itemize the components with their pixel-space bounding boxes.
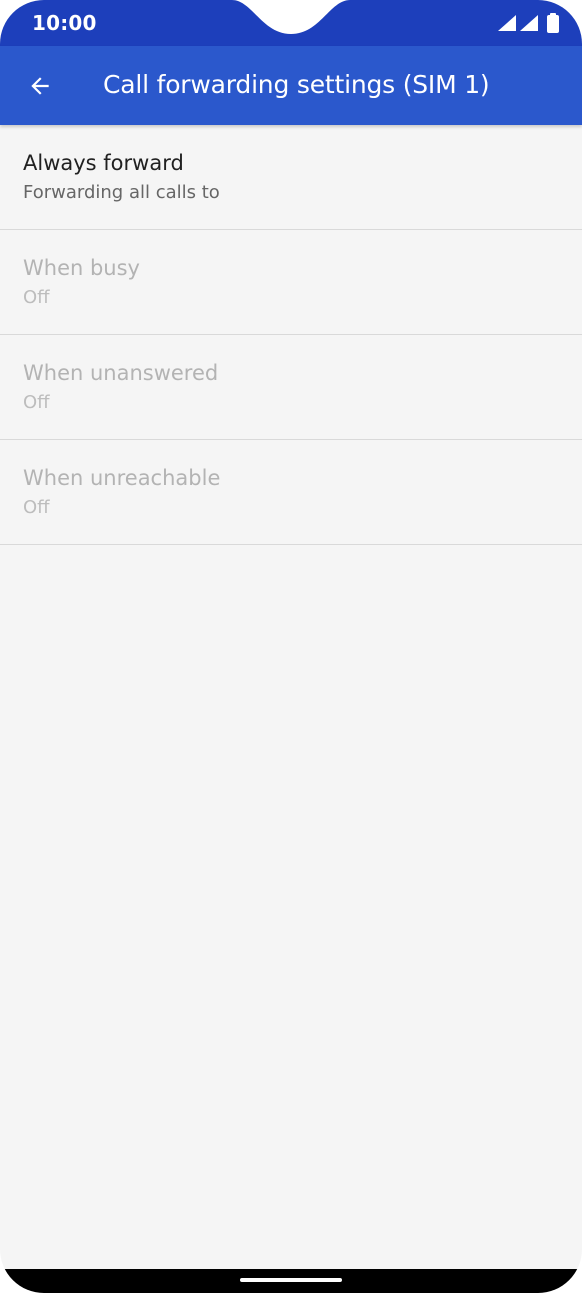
option-summary: Off bbox=[23, 287, 50, 308]
signal-icon bbox=[498, 15, 516, 31]
home-indicator[interactable] bbox=[240, 1278, 342, 1282]
battery-icon bbox=[547, 13, 559, 33]
status-icons bbox=[498, 12, 560, 34]
forwarding-options-list: Always forward Forwarding all calls to W… bbox=[0, 125, 582, 545]
option-title: When unreachable bbox=[23, 466, 221, 490]
option-when-unanswered[interactable]: When unanswered Off bbox=[0, 335, 582, 440]
option-when-unreachable[interactable]: When unreachable Off bbox=[0, 440, 582, 545]
option-summary: Off bbox=[23, 392, 50, 413]
phone-screen: 10:00 Call forwarding settings (SIM 1) A… bbox=[0, 0, 582, 1293]
status-time: 10:00 bbox=[32, 11, 97, 35]
option-title: When unanswered bbox=[23, 361, 219, 385]
app-bar: Call forwarding settings (SIM 1) bbox=[0, 46, 582, 125]
option-title: Always forward bbox=[23, 151, 184, 175]
signal-icon bbox=[520, 15, 538, 31]
status-bar: 10:00 bbox=[0, 0, 582, 46]
navigation-bar bbox=[0, 1269, 582, 1293]
option-summary: Forwarding all calls to bbox=[23, 182, 220, 203]
option-when-busy[interactable]: When busy Off bbox=[0, 230, 582, 335]
option-always-forward[interactable]: Always forward Forwarding all calls to bbox=[0, 125, 582, 230]
option-title: When busy bbox=[23, 256, 140, 280]
arrow-back-icon bbox=[31, 77, 49, 95]
page-title: Call forwarding settings (SIM 1) bbox=[103, 70, 490, 99]
back-button[interactable] bbox=[18, 64, 62, 108]
option-summary: Off bbox=[23, 497, 50, 518]
